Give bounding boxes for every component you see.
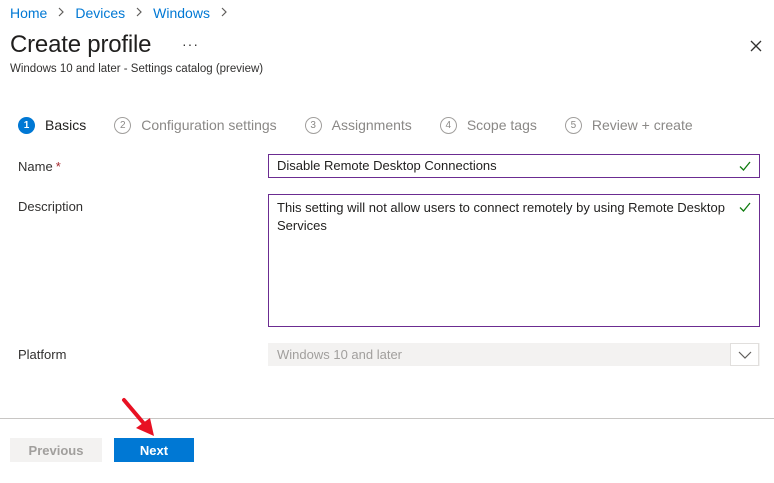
name-label-text: Name <box>18 159 53 174</box>
step-label: Configuration settings <box>141 117 277 133</box>
chevron-right-icon <box>216 6 232 20</box>
create-profile-page: Home Devices Windows Create profile ··· … <box>0 0 774 483</box>
page-title: Create profile <box>10 31 152 58</box>
step-number: 1 <box>18 116 35 134</box>
step-assignments[interactable]: 3 Assignments <box>304 116 412 134</box>
name-input[interactable]: Disable Remote Desktop Connections <box>268 154 760 178</box>
platform-dropdown: Windows 10 and later <box>268 343 760 366</box>
step-label: Review + create <box>591 117 693 133</box>
step-number: 3 <box>304 116 322 134</box>
chevron-down-icon <box>738 351 751 359</box>
required-mark: * <box>55 159 61 174</box>
chevron-right-icon <box>131 6 147 20</box>
platform-value: Windows 10 and later <box>277 347 403 362</box>
step-review-create[interactable]: 5 Review + create <box>564 116 693 134</box>
wizard-steps: 1 Basics 2 Configuration settings 3 Assi… <box>18 116 721 134</box>
step-basics[interactable]: 1 Basics <box>18 116 87 134</box>
breadcrumb: Home Devices Windows <box>10 5 238 21</box>
footer-divider <box>0 418 774 419</box>
next-button[interactable]: Next <box>114 438 194 462</box>
name-input-value: Disable Remote Desktop Connections <box>277 158 497 173</box>
step-label: Assignments <box>331 117 412 133</box>
step-scope-tags[interactable]: 4 Scope tags <box>439 116 537 134</box>
description-label: Description <box>18 199 84 214</box>
step-number: 4 <box>439 116 457 134</box>
description-value: This setting will not allow users to con… <box>277 200 725 233</box>
step-number: 5 <box>564 116 582 134</box>
step-label: Scope tags <box>466 117 537 133</box>
chevron-right-icon <box>53 6 69 20</box>
close-button[interactable] <box>746 36 766 56</box>
step-label: Basics <box>45 117 87 133</box>
breadcrumb-home[interactable]: Home <box>10 5 47 21</box>
checkmark-icon <box>739 161 751 171</box>
name-label: Name * <box>18 159 61 174</box>
checkmark-icon <box>739 202 751 212</box>
annotation-arrow-icon <box>122 398 154 436</box>
breadcrumb-windows[interactable]: Windows <box>153 5 210 21</box>
more-options-button[interactable]: ··· <box>182 36 199 52</box>
close-icon <box>750 40 762 52</box>
previous-button[interactable]: Previous <box>10 438 102 462</box>
dropdown-button <box>730 343 759 366</box>
description-textarea[interactable]: This setting will not allow users to con… <box>268 194 760 327</box>
platform-label: Platform <box>18 347 67 362</box>
step-number: 2 <box>114 116 132 134</box>
step-configuration-settings[interactable]: 2 Configuration settings <box>114 116 277 134</box>
breadcrumb-devices[interactable]: Devices <box>75 5 125 21</box>
page-subtitle: Windows 10 and later - Settings catalog … <box>10 63 264 75</box>
